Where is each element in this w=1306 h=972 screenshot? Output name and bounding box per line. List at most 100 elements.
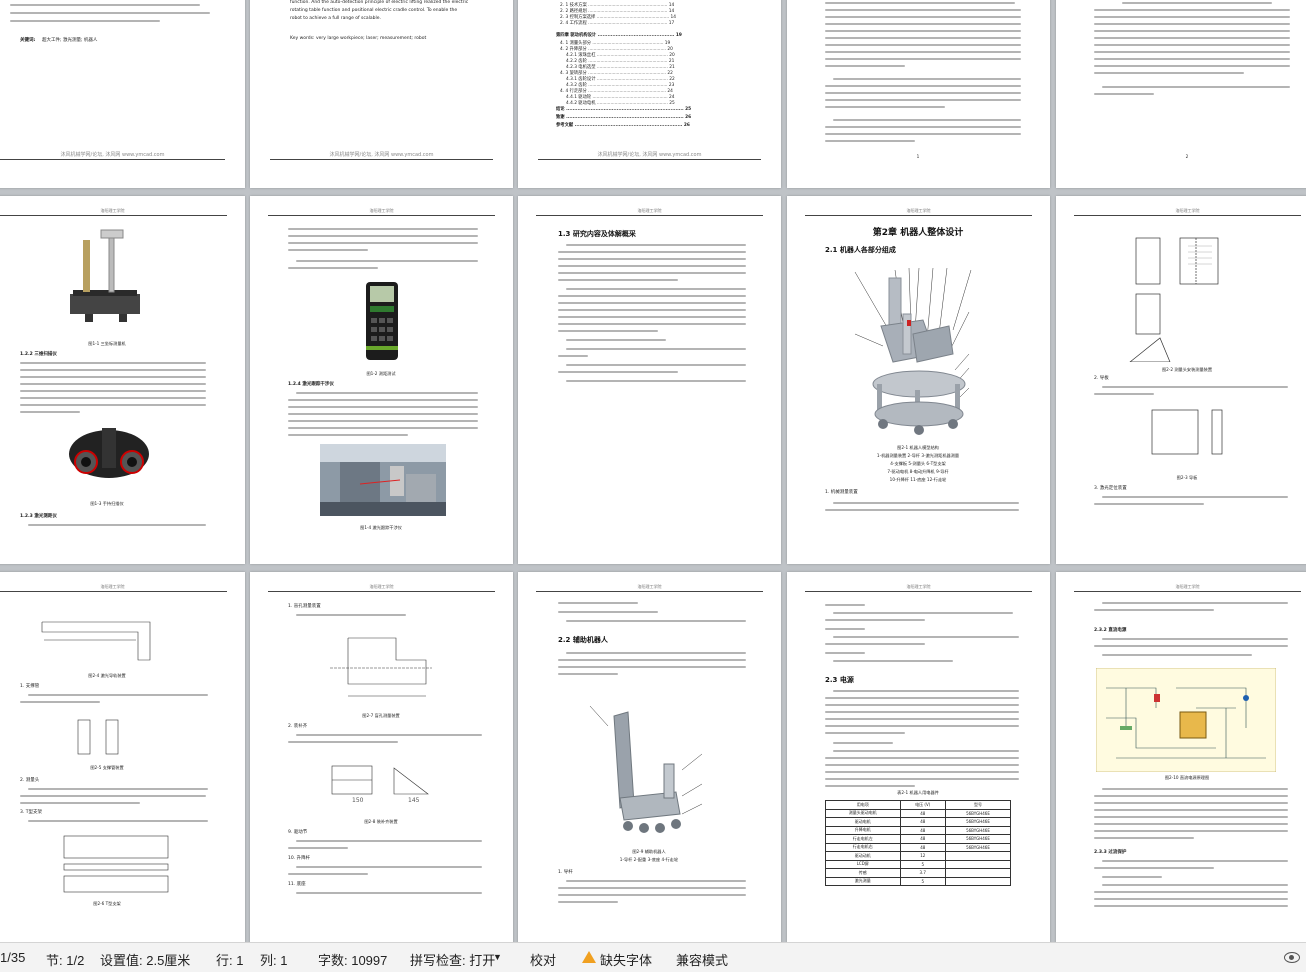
line-indicator[interactable]: 行: 1 — [216, 950, 243, 969]
position-indicator[interactable]: 设置值: 2.5厘米 — [100, 950, 190, 969]
list-item: 1. 盲孔测量装置 — [288, 604, 321, 609]
proofread-button[interactable]: 校对 — [530, 950, 556, 969]
page-footer: 沐风机械学网/论坛, 沐风网 www.ymcad.com — [60, 152, 165, 158]
table-cell: 5 — [899, 859, 946, 869]
subheading: 2.3.3 过流保护 — [1094, 850, 1127, 855]
chevron-down-icon[interactable]: ▼ — [493, 952, 502, 962]
table-row: 激光测量 5 — [825, 876, 1012, 886]
page-12[interactable]: 洛阳理工学院 1. 盲孔测量装置 图2-7 盲孔测量装置 2. 装补齐 150 … — [250, 572, 513, 942]
figure-caption: 图2-3 导板 — [1176, 475, 1198, 480]
table-cell — [944, 868, 1012, 878]
section-indicator[interactable]: 节: 1/2 — [46, 950, 84, 969]
figure-caption: 图2-6 T型支架 — [93, 901, 121, 906]
table-cell — [944, 859, 1012, 869]
keywords-value: 超大工件; 激光测量; 机器人 — [42, 38, 98, 43]
dimension-label: 145 — [408, 797, 420, 804]
table-cell: 驱动动机 — [825, 851, 901, 861]
page-7[interactable]: 洛阳理工学院 图1-2 测距测试 1.2.4 激光跟踪干涉仪 图1-4 激光跟踪… — [250, 196, 513, 564]
table-header: 电压 (V) — [899, 800, 946, 810]
toc-entry[interactable]: 第四章 驱动机构设计 .............................… — [556, 32, 751, 38]
toc-entry[interactable]: 参考文献 ...................................… — [556, 122, 751, 128]
page-9[interactable]: 洛阳理工学院 第2章 机器人整体设计 2.1 机器人各部分组成 图2-1 机器人… — [787, 196, 1050, 564]
table-cell: 48 — [899, 817, 946, 827]
page-15[interactable]: 洛阳理工学院 2.3.2 直流电源 图2-10 直流电源原理图 2.3.3 过流… — [1056, 572, 1306, 942]
page-13[interactable]: 洛阳理工学院 2.2 辅助机器人 图2-9 辅助机器人 1-导杆 2-配重 3-… — [518, 572, 781, 942]
table-row: 升降电机 48 56BYGH46E — [825, 825, 1012, 835]
toc-entry[interactable]: 致谢 .....................................… — [556, 114, 751, 120]
figure-caption: 图1-1 三坐标测量机 — [88, 341, 126, 346]
figure-caption: 图2-10 直流电源原理图 — [1164, 775, 1210, 780]
table-cell: LCD屏 — [825, 859, 901, 869]
page-6[interactable]: 洛阳理工学院 图1-1 三坐标测量机 1.2.2 三维扫描仪 图1-3 手持扫描… — [0, 196, 245, 564]
table-title: 表2-1 机器人用电器件 — [897, 790, 939, 795]
dc-power-schematic — [1096, 668, 1276, 772]
list-item: 1. 支撑管 — [20, 684, 40, 689]
guide-plate-drawing — [1151, 409, 1223, 455]
table-cell — [944, 876, 1012, 886]
table-row: 传感 3.7 — [825, 868, 1012, 878]
list-item: 11. 底座 — [288, 882, 306, 887]
compat-mode-label[interactable]: 兼容模式 — [676, 950, 728, 969]
dimension-label: 150 — [352, 797, 364, 804]
page-4[interactable]: 1 — [787, 0, 1050, 188]
page-2[interactable]: function. And the auto-detection princip… — [250, 0, 513, 188]
table-cell: 测量头驱动电机 — [825, 808, 901, 818]
handheld-scanner-figure — [69, 428, 149, 478]
figure-caption: 图2-9 辅助机器人 — [632, 849, 666, 854]
spell-check-toggle[interactable]: 拼写检查: 打开 — [410, 950, 495, 969]
list-item: 3. 激光定位装置 — [1094, 486, 1127, 491]
table-cell — [944, 851, 1012, 861]
table-cell: 行走电机左 — [825, 834, 901, 844]
table-cell: 48 — [899, 825, 946, 835]
table-cell: 升降电机 — [825, 825, 901, 835]
toc-entry[interactable]: 2. 4 工作流程 ..............................… — [560, 20, 751, 26]
table-row: 行走电机左 48 56BYGH46E — [825, 834, 1012, 844]
table-cell: 3.7 — [899, 868, 946, 878]
list-item: 2. 测量头 — [20, 778, 40, 783]
table-cell: 12 — [899, 851, 946, 861]
eye-icon[interactable] — [1284, 952, 1300, 963]
list-item: 1. 导杆 — [558, 870, 573, 875]
keywords-label: 关键词: — [20, 38, 36, 43]
subheading: 1.2.4 激光跟踪干涉仪 — [288, 382, 334, 387]
table-row: 行走电机右 48 56BYGH46E — [825, 842, 1012, 852]
table-cell: 48 — [899, 842, 946, 852]
page-indicator[interactable]: 1/35 — [0, 950, 25, 965]
table-cell: 激光测量 — [825, 876, 901, 886]
laser-rail-drawing — [41, 621, 151, 661]
word-count[interactable]: 字数: 10997 — [318, 950, 387, 969]
page-5[interactable]: 2 — [1056, 0, 1306, 188]
document-canvas[interactable]: 关键词: 超大工件; 激光测量; 机器人 沐风机械学网/论坛, 沐风网 www.… — [0, 0, 1306, 942]
figure-caption: 图1-3 手持扫描仪 — [90, 501, 124, 506]
auxiliary-robot-figure — [589, 705, 703, 833]
page-14[interactable]: 洛阳理工学院 2.3 电源 表2-1 机器人用电器件 用电项 电压 (V) 型号 测… — [787, 572, 1050, 942]
missing-font-button[interactable]: 缺失字体 — [600, 950, 652, 969]
table-cell: 传感 — [825, 868, 901, 878]
table-cell: 驱动电机 — [825, 817, 901, 827]
figure-caption: 图2-1 机器人模型结构 — [897, 445, 939, 450]
page-number: 1 — [916, 154, 920, 159]
page-3-toc[interactable]: 2. 1 技术方案 ..............................… — [518, 0, 781, 188]
table-cell: 56BYGH46E — [944, 834, 1012, 844]
page-11[interactable]: 洛阳理工学院 图2-4 激光导轨装置 1. 支撑管 图2-5 支撑管装置 2. … — [0, 572, 245, 942]
legend-line: 1-导杆 2-配重 3-底座 4-行走轮 — [619, 857, 679, 862]
table-header: 用电项 — [825, 800, 901, 810]
legend-line: 7-驱动电机 8-电动升降机 9-导杆 — [887, 469, 949, 474]
legend-line: 1-机器测量装置 2-导杆 3-激光测距机器测量 — [876, 453, 960, 458]
column-indicator[interactable]: 列: 1 — [260, 950, 287, 969]
figure-caption: 图2-8 装补齐装置 — [364, 819, 398, 824]
section-heading: 2.3 电源 — [825, 676, 854, 684]
toc-entry[interactable]: 结论 .....................................… — [556, 106, 751, 112]
page-footer: 沐风机械学网/论坛, 沐风网 www.ymcad.com — [329, 152, 434, 158]
page-8[interactable]: 洛阳理工学院 1.3 研究内容及体解概采 — [518, 196, 781, 564]
electrical-table: 用电项 电压 (V) 型号 测量头驱动电机 48 56BYGH46E 驱动电机 48 56B… — [825, 800, 1012, 886]
page-10[interactable]: 洛阳理工学院 图2-2 测量头安装测量装置 2. 导板 图2-3 导板 3. 激… — [1056, 196, 1306, 564]
laser-rangefinder-figure — [366, 282, 398, 360]
table-row: 驱动电机 48 56BYGH46E — [825, 817, 1012, 827]
page-footer: 沐风机械学网/论坛, 沐风网 www.ymcad.com — [597, 152, 702, 158]
section-heading: 2.1 机器人各部分组成 — [825, 246, 896, 254]
page-number: 2 — [1185, 154, 1189, 159]
cmm-figure — [70, 229, 140, 322]
page-1[interactable]: 关键词: 超大工件; 激光测量; 机器人 沐风机械学网/论坛, 沐风网 www.… — [0, 0, 245, 188]
table-row: 测量头驱动电机 48 56BYGH46E — [825, 808, 1012, 818]
